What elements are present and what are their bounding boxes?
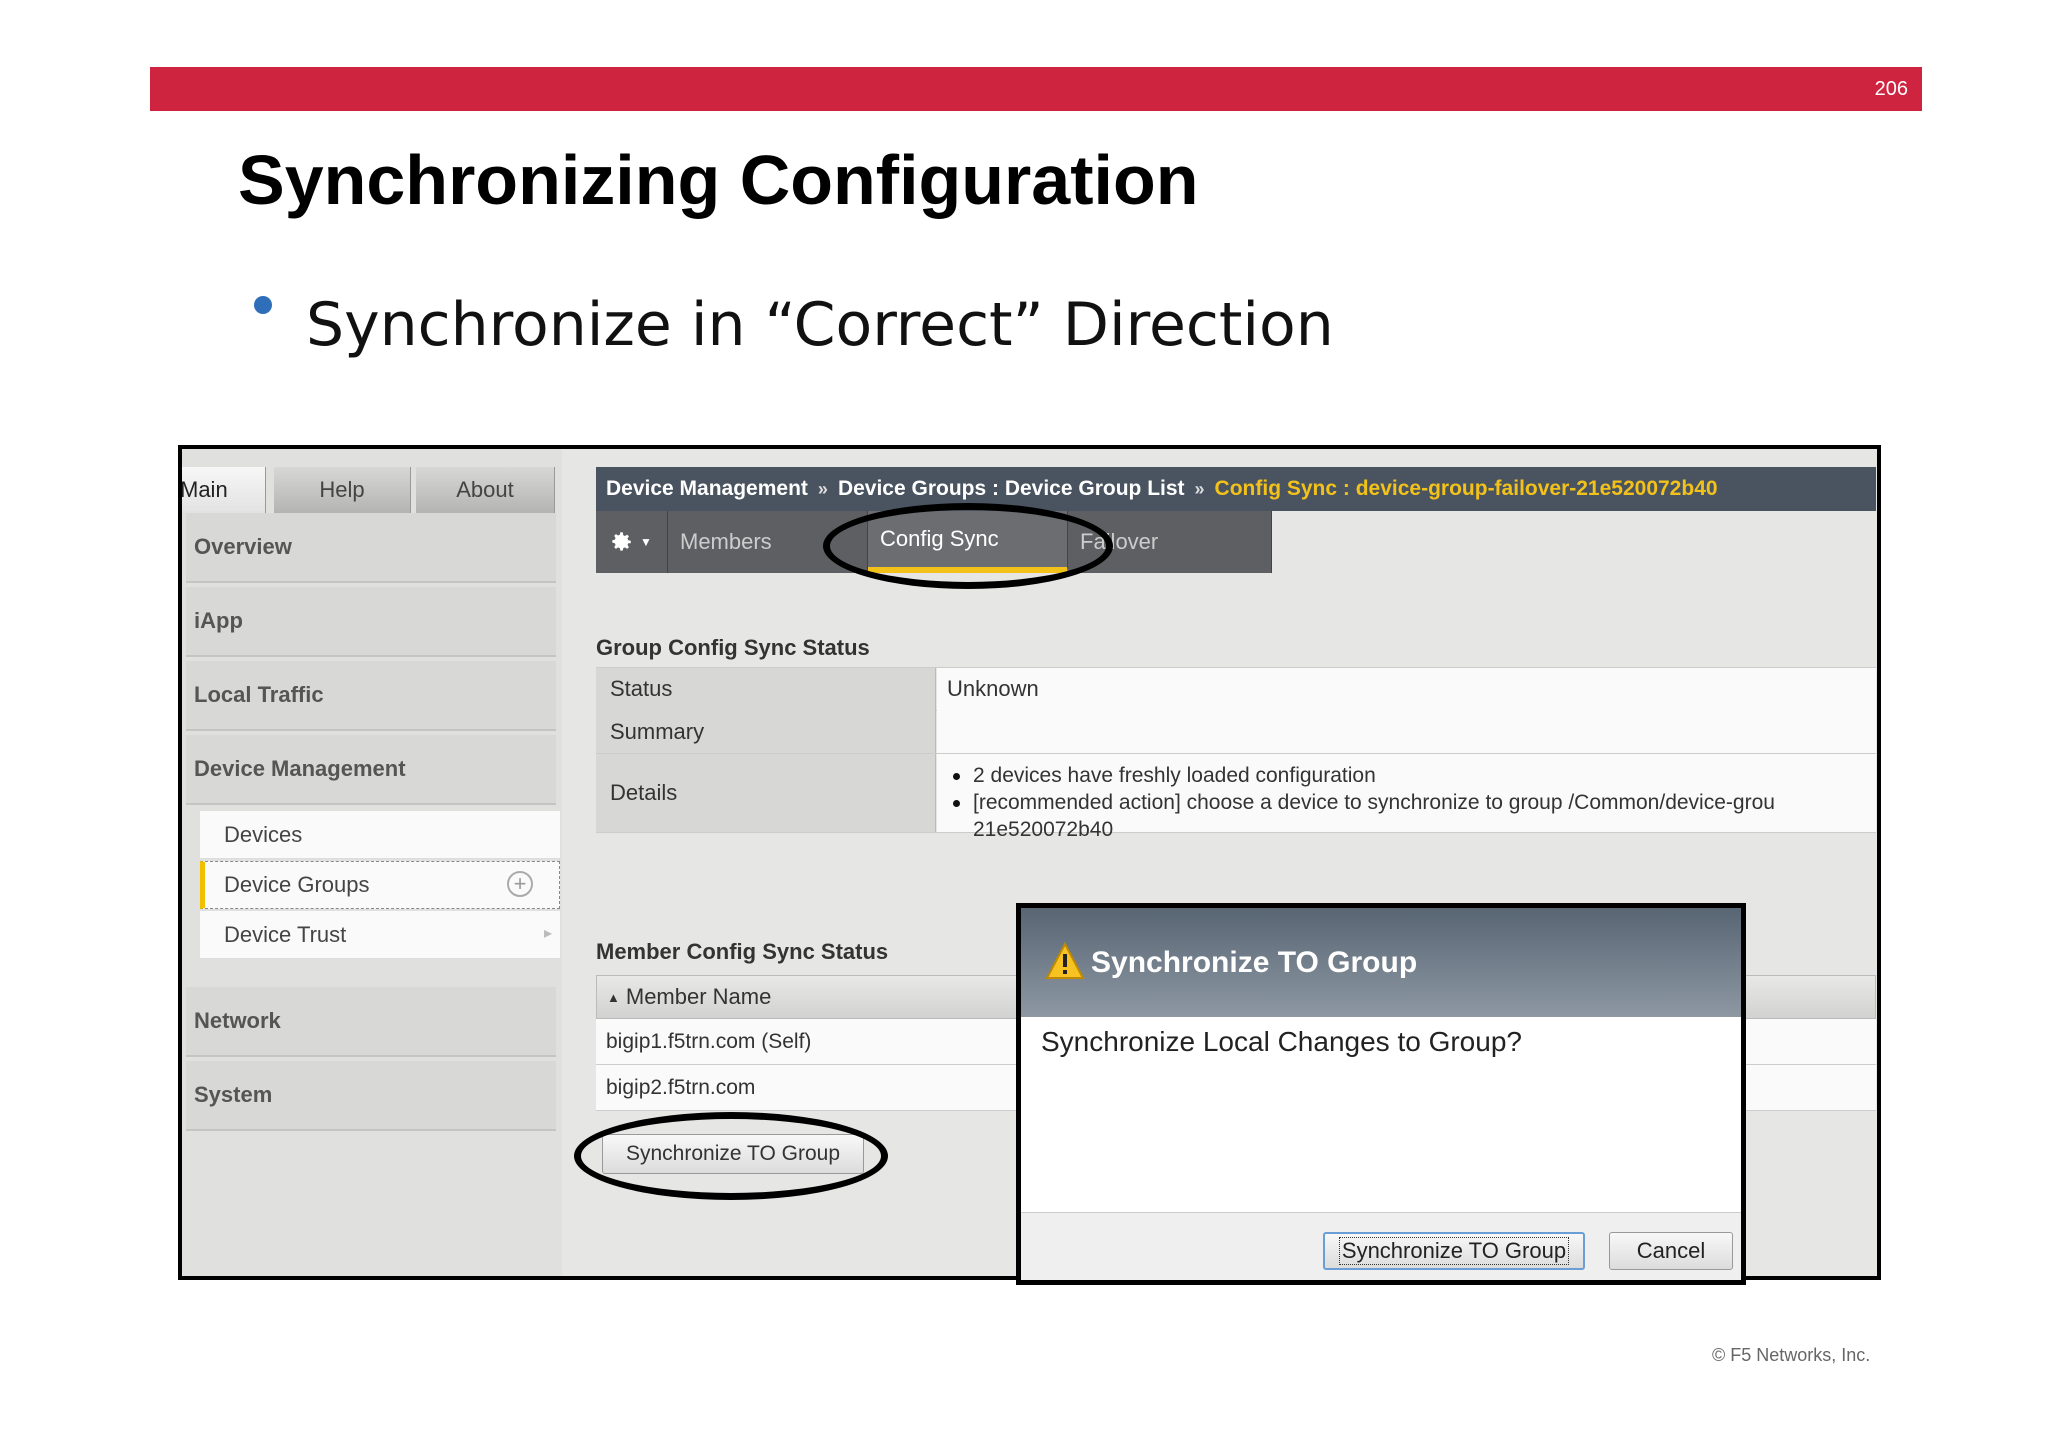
status-value: Unknown [937,668,1876,710]
breadcrumb-separator-icon: » [817,478,828,499]
breadcrumb: Device Management » Device Groups : Devi… [596,467,1876,511]
gear-icon [612,532,631,551]
dialog-cancel-button[interactable]: Cancel [1609,1232,1733,1270]
highlight-ellipse-config-sync [823,503,1113,589]
header-bar: 206 [150,67,1922,111]
nav-network[interactable]: Network [186,987,556,1057]
highlight-ellipse-sync-button [574,1112,888,1200]
dialog-title: Synchronize TO Group [1091,945,1418,979]
tab-help[interactable]: Help [274,467,411,513]
table-row: Status Unknown [596,667,1876,711]
nav-device-groups-label: Device Groups [224,872,370,897]
sync-dialog: Synchronize TO Group Synchronize Local C… [1016,903,1746,1285]
list-item: 2 devices have freshly loaded configurat… [947,762,1775,789]
nav-system[interactable]: System [186,1061,556,1131]
chevron-right-icon: ▸ [543,925,552,942]
nav-local-traffic[interactable]: Local Traffic [186,661,556,731]
nav-devices-label: Devices [224,821,303,847]
dialog-message: Synchronize Local Changes to Group? [1041,1026,1522,1057]
breadcrumb-device-management[interactable]: Device Management [606,477,808,501]
chevron-down-icon: ▼ [640,535,652,549]
table-row: Details 2 devices have freshly loaded co… [596,754,1876,841]
gear-menu[interactable]: ▼ [596,511,668,573]
nav-device-management[interactable]: Device Management [186,735,556,805]
dialog-synchronize-label: Synchronize TO Group [1338,1237,1570,1265]
list-item: [recommended action] choose a device to … [947,789,1775,816]
slide-number: 206 [1874,78,1908,100]
nav-overview[interactable]: Overview [186,513,556,583]
breadcrumb-current: Config Sync : device-group-failover-21e5… [1214,477,1718,500]
bullet-text: Synchronize in “Correct” Direction [306,290,1334,360]
status-label: Status [596,668,936,710]
group-config-sync-title: Group Config Sync Status [596,635,870,660]
nav-iapp[interactable]: iApp [186,587,556,657]
column-header-label: Member Name [625,984,772,1009]
slide-title: Synchronizing Configuration [238,141,1199,219]
details-label: Details [596,754,936,832]
details-list: 2 devices have freshly loaded configurat… [947,754,1775,843]
nav-devices[interactable]: Devices [200,811,560,859]
bullet-icon [254,296,272,314]
sort-up-icon: ▲ [607,989,620,1005]
dialog-footer: Synchronize TO Group Cancel [1021,1212,1741,1280]
add-circle-icon[interactable]: + [507,871,533,897]
table-row: Summary [596,710,1876,754]
left-navigation: Main Help About Overview iApp Local Traf… [182,449,562,1276]
warning-icon [1045,942,1085,979]
group-status-table: Status Unknown Summary Details 2 devices… [596,667,1876,883]
tab-main[interactable]: Main [182,467,266,513]
dialog-synchronize-button[interactable]: Synchronize TO Group [1323,1232,1585,1270]
breadcrumb-separator-icon: » [1194,478,1205,499]
nav-device-trust-label: Device Trust [224,921,347,947]
dialog-header: Synchronize TO Group [1021,908,1741,1017]
list-item-continuation: 21e520072b40 [973,818,1114,841]
nav-device-groups[interactable]: Device Groups + [200,861,560,909]
member-config-sync-title: Member Config Sync Status [596,939,889,964]
details-value: 2 devices have freshly loaded configurat… [937,754,1876,841]
summary-label: Summary [596,710,936,753]
nav-device-trust[interactable]: Device Trust ▸ [200,911,560,959]
tab-about[interactable]: About [416,467,555,513]
summary-value [937,710,1876,753]
copyright: © F5 Networks, Inc. [1712,1345,1871,1365]
breadcrumb-device-groups[interactable]: Device Groups : Device Group List [838,477,1185,501]
